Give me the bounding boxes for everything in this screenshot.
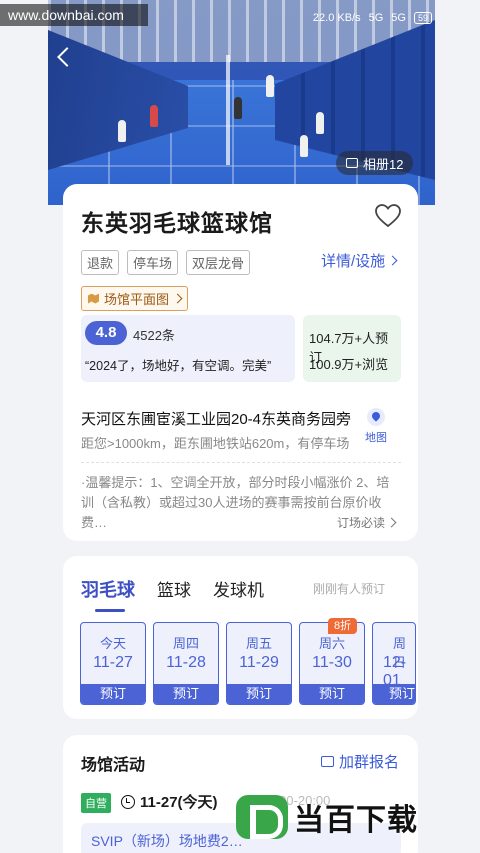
tag-double-keel: 双层龙骨 xyxy=(186,250,251,275)
tag-refund: 退款 xyxy=(81,250,120,275)
chat-icon xyxy=(321,756,334,767)
status-bar: 22.0 KB/s 5G 5G 59 xyxy=(313,12,432,24)
map-button[interactable]: 地图 xyxy=(363,408,389,445)
book-button[interactable]: 预订 xyxy=(373,684,415,704)
rating-score: 4.8 xyxy=(85,321,127,345)
tab-badminton[interactable]: 羽毛球 xyxy=(81,576,135,612)
clock-icon xyxy=(121,794,135,809)
brand-watermark: 当百下载 xyxy=(236,795,418,839)
signal-icon: 5G xyxy=(391,12,406,24)
view-count: 100.9万+浏览 xyxy=(309,357,389,372)
join-group-label: 加群报名 xyxy=(339,754,400,771)
activity-title: 场馆活动 xyxy=(81,757,146,774)
heart-icon[interactable] xyxy=(375,204,401,228)
photo-player xyxy=(266,75,274,97)
discount-badge: 8折 xyxy=(328,618,358,634)
venue-info-card: 东英羽毛球篮球馆 退款 停车场 双层龙骨 详情/设施 场馆平面图 4.8 452… xyxy=(63,184,418,541)
book-button[interactable]: 预订 xyxy=(227,684,291,704)
photo-net xyxy=(226,55,230,165)
map-label: 地图 xyxy=(365,432,387,444)
image-icon xyxy=(346,158,358,168)
tag-parking: 停车场 xyxy=(127,250,179,275)
chevron-right-icon xyxy=(387,255,398,266)
join-group-button[interactable]: 加群报名 xyxy=(321,751,399,772)
book-button[interactable]: 预订 xyxy=(154,684,218,704)
date-label: 11-27 xyxy=(93,654,133,671)
booking-rules-label: 订场必读 xyxy=(337,516,386,530)
date-label: 11-30 xyxy=(312,654,352,671)
facility-tags: 退款 停车场 双层龙骨 xyxy=(81,250,251,275)
bandwidth-readout: 22.0 KB/s xyxy=(312,12,361,24)
signal-icon: 5G xyxy=(368,12,384,24)
review-count: 4522条 xyxy=(133,328,175,343)
activity-date: 11-27(今天) xyxy=(121,791,218,812)
floorplan-label: 场馆平面图 xyxy=(104,292,170,307)
photo-player xyxy=(150,105,158,127)
sport-tabs: 羽毛球 篮球 发球机 xyxy=(81,576,264,612)
date-option-thu[interactable]: 周四 11-28 预订 xyxy=(153,622,219,705)
watermark: www.downbai.com xyxy=(0,4,148,26)
photo-player xyxy=(234,97,242,119)
popularity-box: 104.7万+人预订 100.9万+浏览 xyxy=(303,315,401,382)
divider xyxy=(81,462,401,463)
book-button[interactable]: 预订 xyxy=(300,684,364,704)
date-option-fri[interactable]: 周五 11-29 预订 xyxy=(226,622,292,705)
album-label: 相册12 xyxy=(363,156,404,172)
details-label: 详情/设施 xyxy=(321,253,386,270)
album-button[interactable]: 相册12 xyxy=(336,151,414,175)
details-facilities-link[interactable]: 详情/设施 xyxy=(321,250,398,271)
venue-distance: 距您>1000km，距东圃地铁站620m，有停车场 xyxy=(81,436,350,451)
weekday-label: 周五 xyxy=(245,636,272,651)
weekday-label: 今天 xyxy=(99,636,126,651)
floorplan-button[interactable]: 场馆平面图 xyxy=(81,286,189,311)
chevron-right-icon xyxy=(172,293,183,304)
brand-text: 当百下载 xyxy=(294,804,418,837)
venue-address: 天河区东圃宦溪工业园20-4东英商务园旁 xyxy=(81,411,352,428)
chevron-right-icon xyxy=(386,517,397,528)
activity-date-label: 11-27(今天) xyxy=(140,794,218,811)
booking-card: 羽毛球 篮球 发球机 刚刚有人预订 今天 11-27 预订 周四 11-28 预… xyxy=(63,556,418,719)
weekday-label: 周六 xyxy=(318,636,345,651)
location-pin-icon xyxy=(367,408,385,426)
tab-ball-machine[interactable]: 发球机 xyxy=(213,576,264,602)
self-operated-badge: 自营 xyxy=(81,793,111,813)
book-button[interactable]: 预订 xyxy=(81,684,145,704)
photo-player xyxy=(300,135,308,157)
weekday-label: 周四 xyxy=(172,636,199,651)
photo-player xyxy=(316,112,324,134)
map-icon xyxy=(88,293,99,304)
date-selector: 今天 11-27 预订 周四 11-28 预订 周五 11-29 预订 周六 1… xyxy=(80,622,416,705)
booking-rules-link[interactable]: 订场必读 xyxy=(337,514,397,531)
rating-box[interactable]: 4.8 4522条 “2024了，场地好，有空调。完美” xyxy=(81,315,295,382)
battery-icon: 59 xyxy=(413,12,432,24)
photo-player xyxy=(118,120,126,142)
tab-basketball[interactable]: 篮球 xyxy=(157,576,191,602)
date-option-sat[interactable]: 周六 11-30 预订 xyxy=(299,622,365,705)
date-option-sun[interactable]: 周日 12-01 预订 xyxy=(372,622,416,705)
date-label: 11-28 xyxy=(166,654,206,671)
venue-title: 东英羽毛球篮球馆 xyxy=(81,210,273,236)
date-label: 11-29 xyxy=(239,654,279,671)
date-option-today[interactable]: 今天 11-27 预订 xyxy=(80,622,146,705)
review-quote: “2024了，场地好，有空调。完美” xyxy=(85,359,272,373)
brand-logo-icon xyxy=(236,795,288,839)
recent-booking-notice: 刚刚有人预订 xyxy=(313,582,386,596)
